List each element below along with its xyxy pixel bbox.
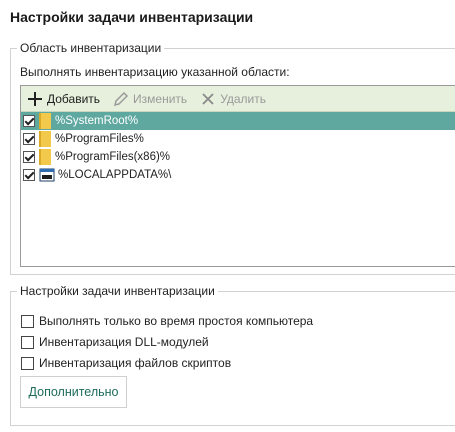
scripts-label: Инвентаризация файлов скриптов: [39, 356, 232, 370]
delete-button[interactable]: Удалить: [200, 91, 266, 107]
folder-icon: [39, 149, 51, 165]
idle-only-label: Выполнять только во время простоя компью…: [39, 314, 314, 328]
item-checkbox[interactable]: [23, 151, 35, 163]
dll-option[interactable]: Инвентаризация DLL-модулей: [21, 335, 209, 349]
list-item[interactable]: %LOCALAPPDATA%\: [21, 166, 455, 184]
list-item[interactable]: %SystemRoot%: [21, 112, 455, 130]
folder-icon: [39, 131, 51, 147]
idle-only-checkbox[interactable]: [21, 314, 34, 328]
item-path: %SystemRoot%: [55, 115, 139, 127]
list-item[interactable]: %ProgramFiles(x86)%: [21, 148, 455, 166]
settings-group: Настройки задачи инвентаризации Выполнят…: [10, 284, 455, 426]
item-checkbox[interactable]: [23, 169, 35, 181]
scripts-option[interactable]: Инвентаризация файлов скриптов: [21, 356, 231, 370]
scope-group: Область инвентаризации Выполнять инвента…: [10, 41, 455, 275]
folder-icon: [39, 113, 51, 129]
dll-label: Инвентаризация DLL-модулей: [39, 335, 209, 349]
scope-toolbar: Добавить Изменить Удалить: [21, 86, 455, 112]
scope-list[interactable]: Добавить Изменить Удалить %SystemRoot% %…: [20, 85, 455, 267]
pencil-icon: [114, 91, 129, 106]
advanced-button[interactable]: Дополнительно: [20, 376, 127, 408]
idle-only-option[interactable]: Выполнять только во время простоя компью…: [21, 314, 313, 328]
item-checkbox[interactable]: [23, 115, 35, 127]
item-path: %LOCALAPPDATA%\: [58, 169, 172, 181]
window-title: Настройки задачи инвентаризации: [10, 9, 254, 25]
delete-button-label: Удалить: [220, 91, 267, 106]
list-item[interactable]: %ProgramFiles%: [21, 130, 455, 148]
item-checkbox[interactable]: [23, 133, 35, 145]
settings-group-legend: Настройки задачи инвентаризации: [17, 284, 218, 298]
dll-checkbox[interactable]: [21, 335, 34, 349]
plus-icon: [28, 91, 42, 106]
edit-button-label: Изменить: [133, 91, 188, 106]
item-path: %ProgramFiles(x86)%: [55, 151, 171, 163]
scripts-checkbox[interactable]: [21, 356, 34, 370]
scope-group-legend: Область инвентаризации: [17, 41, 165, 55]
scope-description: Выполнять инвентаризацию указанной облас…: [20, 65, 290, 79]
drive-icon: [39, 168, 55, 182]
item-path: %ProgramFiles%: [55, 133, 144, 145]
add-button[interactable]: Добавить: [27, 91, 100, 107]
edit-button[interactable]: Изменить: [113, 91, 187, 107]
add-button-label: Добавить: [47, 91, 101, 106]
close-icon: [202, 92, 214, 105]
scope-rows: %SystemRoot% %ProgramFiles% %ProgramFile…: [21, 112, 455, 184]
